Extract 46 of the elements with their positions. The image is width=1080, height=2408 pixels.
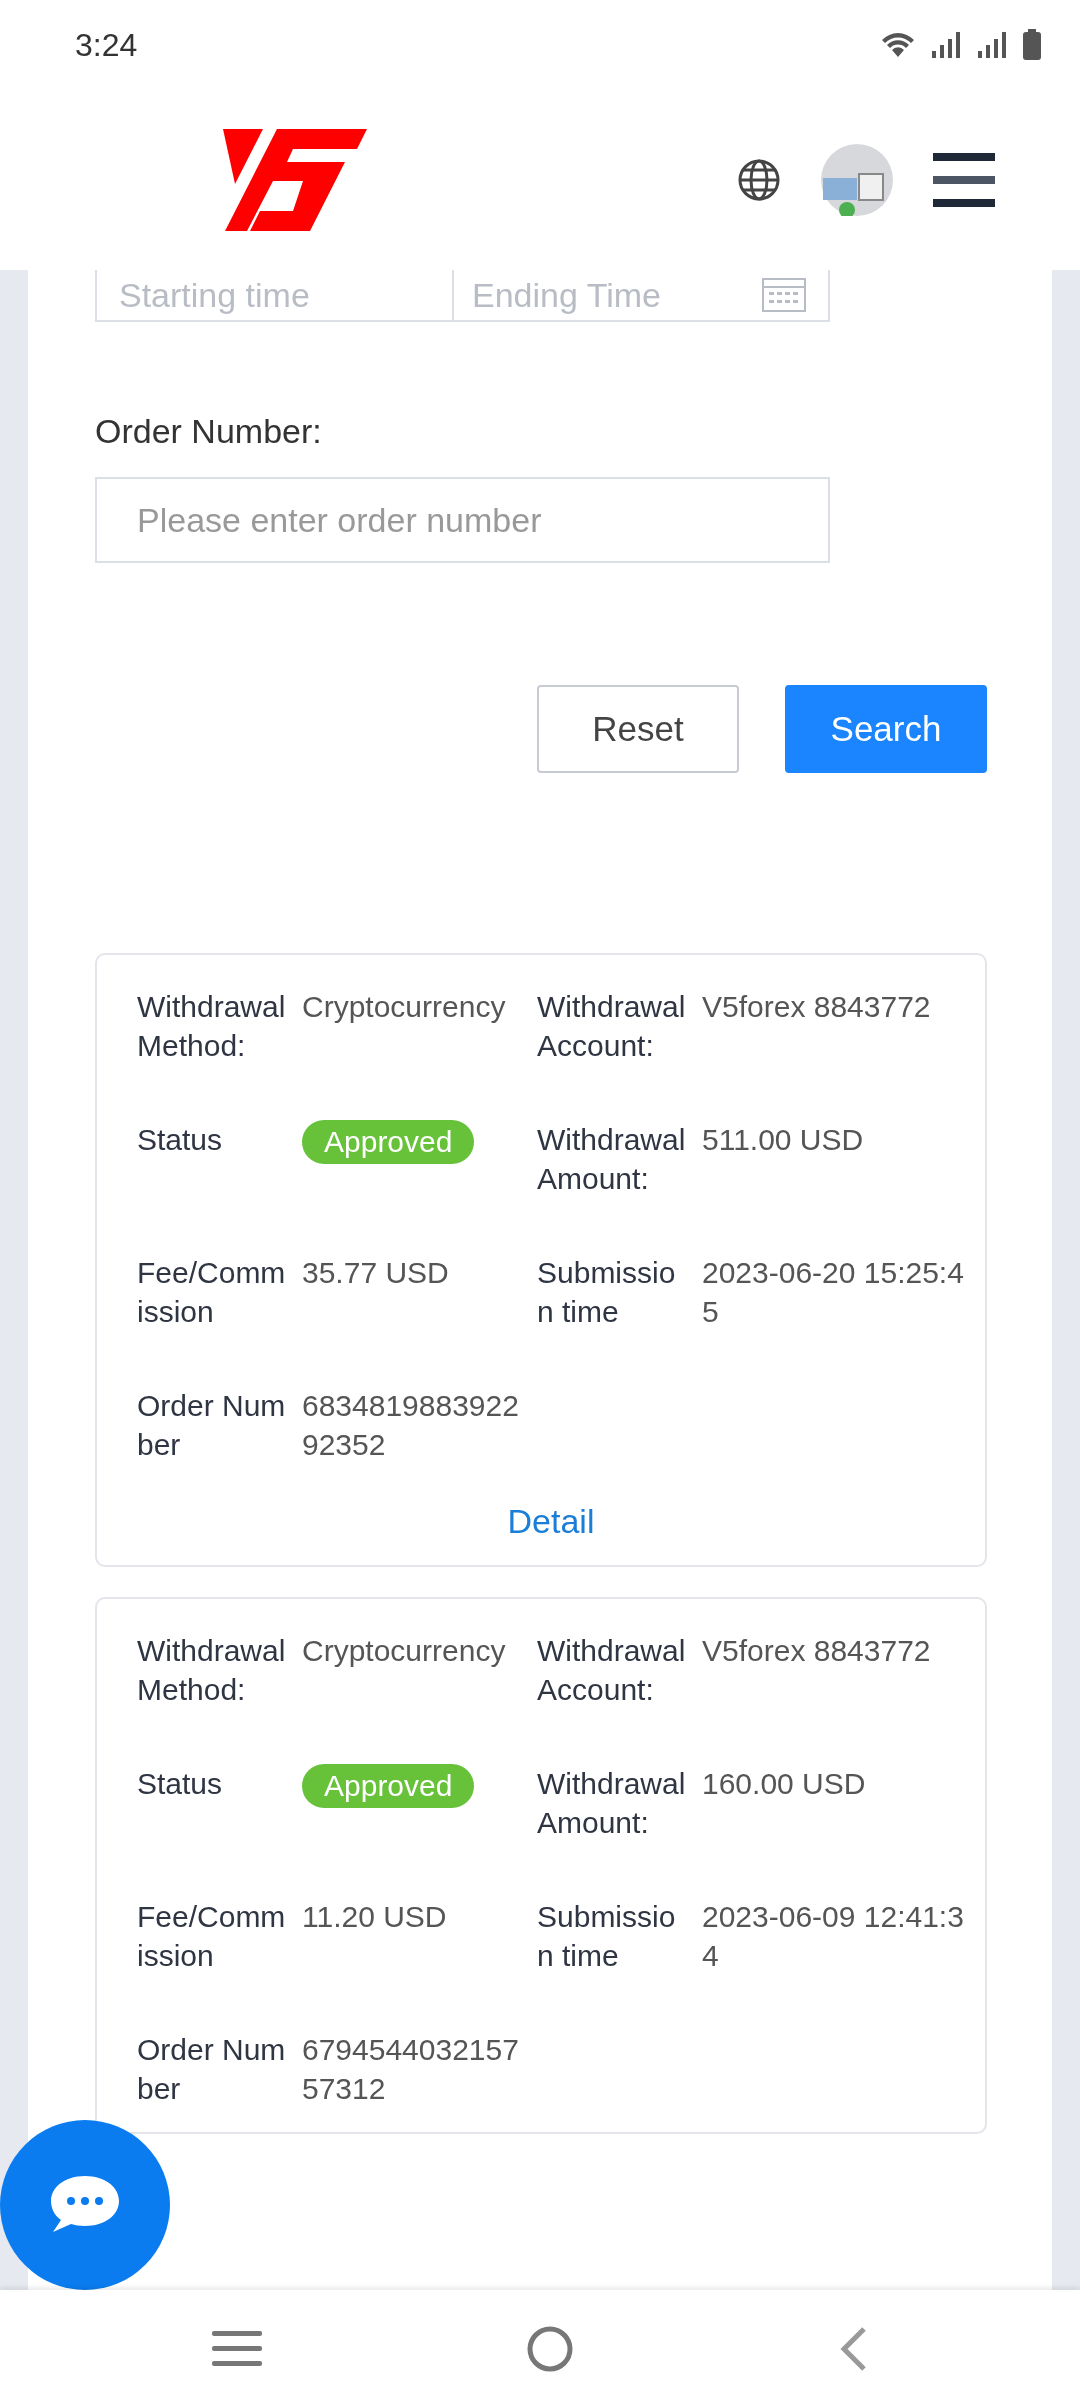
field-label: Fee/Commission xyxy=(137,1899,287,1974)
field-label: Withdrawal Amount: xyxy=(537,1766,687,1841)
field-label: Order Number xyxy=(137,2032,287,2107)
field-label: Withdrawal Account: xyxy=(537,989,687,1064)
field-value: V5forex 8843772 xyxy=(702,989,932,1025)
field-value: 2023-06-09 12:41:34 xyxy=(702,1899,965,1974)
field-value: 160.00 USD xyxy=(702,1766,867,1802)
end-time-placeholder: Ending Time xyxy=(452,270,762,320)
field-label: Fee/Commission xyxy=(137,1255,287,1330)
menu-icon[interactable] xyxy=(933,153,995,207)
field-label: Withdrawal Method: xyxy=(137,1633,287,1708)
field-label: Status xyxy=(137,1766,224,1802)
field-label: Submission time xyxy=(537,1255,677,1330)
search-button[interactable]: Search xyxy=(785,685,987,773)
field-label: Withdrawal Method: xyxy=(137,989,287,1064)
field-label: Withdrawal Account: xyxy=(537,1633,687,1708)
back-icon[interactable] xyxy=(838,2325,868,2373)
field-label: Withdrawal Amount: xyxy=(537,1122,687,1197)
home-icon[interactable] xyxy=(526,2325,574,2373)
reset-button[interactable]: Reset xyxy=(537,685,739,773)
start-time-placeholder: Starting time xyxy=(118,275,311,315)
field-value: 2023-06-20 15:25:45 xyxy=(702,1255,965,1330)
field-value: 35.77 USD xyxy=(302,1255,450,1291)
avatar-icon[interactable] xyxy=(821,144,893,216)
field-value: V5forex 8843772 xyxy=(702,1633,932,1669)
globe-icon[interactable] xyxy=(737,158,781,202)
field-label: Submission time xyxy=(537,1899,677,1974)
field-value: Cryptocurrency xyxy=(302,989,507,1025)
battery-icon xyxy=(1022,29,1042,61)
order-number-field[interactable]: Please enter order number xyxy=(95,477,830,563)
signal-icon xyxy=(930,31,962,59)
field-value: Cryptocurrency xyxy=(302,1633,507,1669)
field-value: 11.20 USD xyxy=(302,1899,448,1935)
field-value: 511.00 USD xyxy=(702,1122,865,1158)
calendar-icon xyxy=(762,278,806,312)
detail-link[interactable]: Detail xyxy=(507,1502,595,1540)
recent-apps-icon[interactable] xyxy=(212,2329,262,2369)
field-value: 679454403215757312 xyxy=(302,2032,520,2107)
order-number-label: Order Number: xyxy=(95,412,323,451)
field-value: 683481988392292352 xyxy=(302,1388,520,1463)
status-tag: Approved xyxy=(302,1764,475,1808)
field-label: Order Number xyxy=(137,1388,287,1463)
status-time: 3:24 xyxy=(75,26,138,64)
signal-icon xyxy=(976,31,1008,59)
status-tag: Approved xyxy=(302,1120,475,1164)
field-label: Status xyxy=(137,1122,224,1158)
